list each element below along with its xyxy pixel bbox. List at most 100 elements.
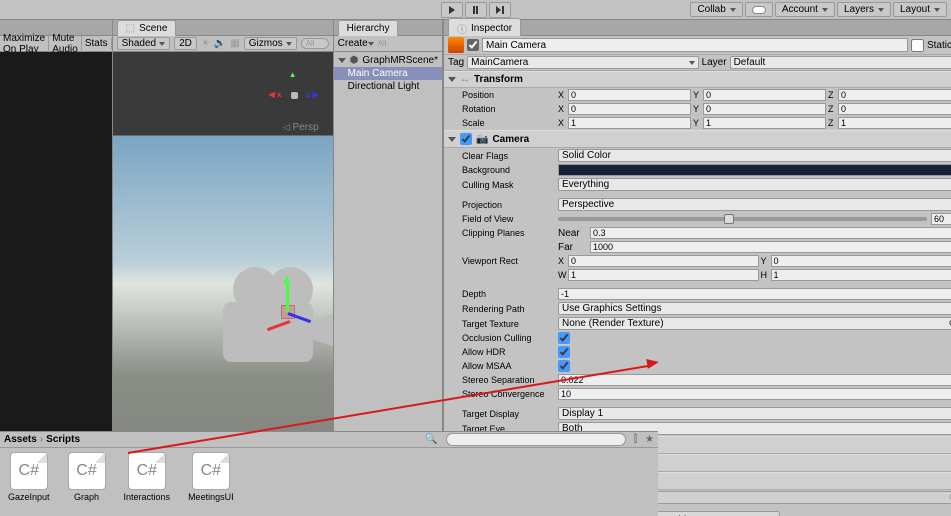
search-icon[interactable]: 🔍	[425, 434, 437, 445]
scale-y[interactable]	[703, 117, 826, 129]
cullingmask-dropdown[interactable]: Everything	[558, 178, 951, 191]
msaa-toggle[interactable]	[558, 360, 570, 372]
scene-fx-icon[interactable]: ▦	[230, 38, 239, 49]
hierarchy-toolbar: Create All	[334, 36, 442, 52]
hdr-label: Allow HDR	[462, 347, 554, 357]
scene-tabrow: ⬚Scene	[113, 20, 333, 36]
asset-graph[interactable]: C#Graph	[68, 452, 106, 512]
favorites-icon[interactable]: ★	[645, 434, 654, 445]
tag-label: Tag	[448, 57, 464, 68]
gizmos-dropdown[interactable]: Gizmos	[244, 37, 297, 50]
pause-button[interactable]	[465, 2, 487, 18]
gameobject-header: Static	[444, 36, 951, 55]
2d-toggle[interactable]: 2D	[174, 37, 197, 50]
stereoconv-value[interactable]	[558, 388, 951, 400]
gameobject-name-field[interactable]	[482, 38, 908, 52]
occlusion-toggle[interactable]	[558, 332, 570, 344]
expand-icon[interactable]	[338, 58, 346, 63]
scene-light-icon[interactable]: ☀	[201, 38, 210, 49]
position-z[interactable]	[838, 89, 951, 101]
inspector-icon: ⓘ	[457, 21, 467, 36]
layer-dropdown[interactable]: Default	[730, 56, 951, 69]
layers-button[interactable]: Layers	[837, 2, 891, 17]
renderpath-dropdown[interactable]: Use Graphics Settings	[558, 302, 951, 315]
play-button[interactable]	[441, 2, 463, 18]
position-y[interactable]	[703, 89, 826, 101]
background-color[interactable]	[558, 164, 951, 176]
static-toggle[interactable]	[911, 39, 924, 52]
targetdisplay-dropdown[interactable]: Display 1	[558, 407, 951, 420]
collab-button[interactable]: Collab	[690, 2, 742, 17]
stereosep-value[interactable]	[558, 374, 951, 386]
play-icon	[449, 6, 455, 14]
breadcrumb-scripts[interactable]: Scripts	[46, 434, 80, 445]
hier-search-label: All	[378, 39, 387, 48]
filter-icon[interactable]: ⫿	[634, 434, 637, 445]
fov-slider[interactable]	[558, 217, 927, 221]
rotation-x[interactable]	[568, 103, 691, 115]
static-label: Static	[927, 40, 951, 51]
asset-meetingsui[interactable]: C#MeetingsUI	[188, 452, 234, 512]
rotation-z[interactable]	[838, 103, 951, 115]
projection-dropdown[interactable]: Perspective	[558, 198, 951, 211]
asset-interactions[interactable]: C#Interactions	[124, 452, 171, 512]
layout-label: Layout	[900, 4, 930, 15]
hierarchy-item-directional-light[interactable]: Directional Light	[334, 80, 442, 93]
scale-z[interactable]	[838, 117, 951, 129]
transform-header[interactable]: ↔Transform⚙	[444, 71, 951, 88]
move-gizmo[interactable]	[258, 282, 318, 342]
2d-label: 2D	[179, 38, 192, 49]
hdr-toggle[interactable]	[558, 346, 570, 358]
rotation-y[interactable]	[703, 103, 826, 115]
hierarchy-create[interactable]: Create	[338, 38, 374, 49]
position-x[interactable]	[568, 89, 691, 101]
asset-gazeinput[interactable]: C#GazeInput	[8, 452, 50, 512]
account-button[interactable]: Account	[775, 2, 835, 17]
clearflags-dropdown[interactable]: Solid Color	[558, 149, 951, 162]
expand-icon[interactable]	[448, 77, 456, 82]
hierarchy-search[interactable]: All	[378, 38, 438, 49]
projection-label[interactable]: ◁ Persp	[283, 122, 319, 133]
viewport-y[interactable]	[771, 255, 951, 267]
camera-enabled[interactable]	[460, 133, 472, 145]
hierarchy-item-main-camera[interactable]: Main Camera	[334, 67, 442, 80]
tab-scene[interactable]: ⬚Scene	[117, 20, 177, 36]
layout-button[interactable]: Layout	[893, 2, 947, 17]
msaa-label: Allow MSAA	[462, 361, 554, 371]
cloud-icon	[752, 6, 766, 14]
scene-audio-icon[interactable]: 🔊	[214, 38, 226, 49]
scale-x[interactable]	[568, 117, 691, 129]
depth-value[interactable]	[558, 288, 951, 300]
fov-value[interactable]	[931, 213, 951, 225]
viewport-h[interactable]	[771, 269, 951, 281]
tab-inspector[interactable]: ⓘInspector	[448, 18, 521, 38]
gameobject-active-toggle[interactable]	[467, 39, 479, 51]
game-options: Maximize On Play Mute Audio Stats	[0, 36, 112, 52]
clearflags-label: Clear Flags	[462, 151, 554, 161]
expand-icon[interactable]	[448, 137, 456, 142]
rotation-label: Rotation	[462, 104, 554, 114]
near-value[interactable]	[590, 227, 951, 239]
viewport-w[interactable]	[568, 269, 759, 281]
shading-mode[interactable]: Shaded	[117, 37, 170, 50]
viewport-x[interactable]	[568, 255, 759, 267]
gizmo-y-axis[interactable]	[286, 282, 289, 312]
scene-search[interactable]: All	[301, 38, 329, 49]
camera-header[interactable]: 📷Camera⚙	[444, 130, 951, 148]
project-search[interactable]	[446, 433, 626, 446]
stereoconv-label: Stereo Convergence	[462, 389, 554, 399]
step-button[interactable]	[489, 2, 511, 18]
csharp-icon: C#	[128, 452, 166, 490]
targettex-field[interactable]: None (Render Texture)⊙	[558, 317, 951, 330]
project-assets: C#GazeInput C#Graph C#Interactions C#Meetin…	[0, 448, 658, 516]
breadcrumb-assets[interactable]: Assets	[4, 434, 37, 445]
stats-toggle[interactable]: Stats	[82, 38, 112, 49]
gameobject-icon[interactable]	[448, 37, 464, 53]
far-value[interactable]	[590, 241, 951, 253]
hierarchy-scene-row[interactable]: ⬢GraphMRScene*	[334, 54, 442, 67]
cloud-button[interactable]	[745, 2, 773, 17]
tab-hierarchy[interactable]: Hierarchy	[338, 20, 399, 36]
layers-label: Layers	[844, 4, 874, 15]
orientation-gizmo[interactable]: ◀ x ▲ z ▶	[269, 70, 319, 120]
tag-dropdown[interactable]: MainCamera	[467, 56, 698, 69]
